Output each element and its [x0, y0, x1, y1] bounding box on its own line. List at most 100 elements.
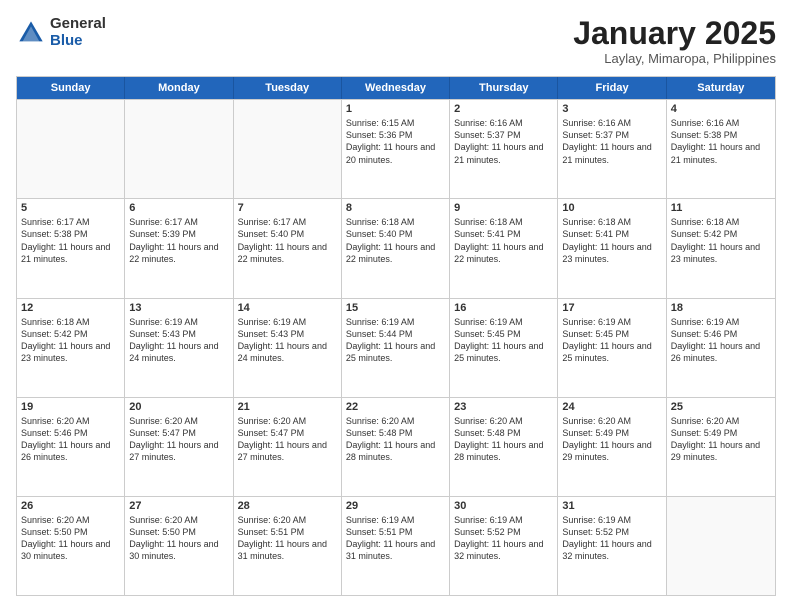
day-info: Sunrise: 6:16 AM Sunset: 5:38 PM Dayligh…: [671, 117, 771, 166]
day-info: Sunrise: 6:19 AM Sunset: 5:51 PM Dayligh…: [346, 514, 445, 563]
calendar-cell-day-3: 3Sunrise: 6:16 AM Sunset: 5:37 PM Daylig…: [558, 100, 666, 198]
calendar-cell-day-5: 5 Sunrise: 6:17 AM Sunset: 5:38 PM Daylig…: [17, 199, 125, 297]
calendar-cell-day-19: 19 Sunrise: 6:20 AM Sunset: 5:46 PM Dayli…: [17, 398, 125, 496]
day-info: Sunrise: 6:18 AM Sunset: 5:41 PM Dayligh…: [454, 216, 553, 265]
calendar-cell-day-15: 15 Sunrise: 6:19 AM Sunset: 5:44 PM Dayli…: [342, 299, 450, 397]
calendar-cell-day-27: 27 Sunrise: 6:20 AM Sunset: 5:50 PM Dayli…: [125, 497, 233, 595]
day-number: 23: [454, 401, 553, 413]
day-number: 2: [454, 103, 553, 115]
day-number: 27: [129, 500, 228, 512]
calendar-body: 1 Sunrise: 6:15 AM Sunset: 5:36 PM Daylig…: [17, 99, 775, 595]
day-number: 24: [562, 401, 661, 413]
day-info: Sunrise: 6:15 AM Sunset: 5:36 PM Dayligh…: [346, 117, 445, 166]
day-number: 28: [238, 500, 337, 512]
logo-text: General Blue: [50, 16, 106, 49]
day-info: Sunrise: 6:19 AM Sunset: 5:52 PM Dayligh…: [562, 514, 661, 563]
calendar-cell-empty: [17, 100, 125, 198]
calendar-cell-day-28: 28 Sunrise: 6:20 AM Sunset: 5:51 PM Dayli…: [234, 497, 342, 595]
day-number: 17: [562, 302, 661, 314]
day-info: Sunrise: 6:19 AM Sunset: 5:46 PM Dayligh…: [671, 316, 771, 365]
calendar-cell-day-20: 20 Sunrise: 6:20 AM Sunset: 5:47 PM Dayli…: [125, 398, 233, 496]
calendar-cell-day-18: 18 Sunrise: 6:19 AM Sunset: 5:46 PM Dayli…: [667, 299, 775, 397]
day-number: 21: [238, 401, 337, 413]
day-number: 10: [562, 202, 661, 214]
calendar-row-0: 1 Sunrise: 6:15 AM Sunset: 5:36 PM Daylig…: [17, 99, 775, 198]
title-block: January 2025 Laylay, Mimaropa, Philippin…: [573, 16, 776, 66]
calendar-cell-day-2: 2 Sunrise: 6:16 AM Sunset: 5:37 PM Daylig…: [450, 100, 558, 198]
day-info: Sunrise: 6:17 AM Sunset: 5:38 PM Dayligh…: [21, 216, 120, 265]
weekday-header-wednesday: Wednesday: [342, 77, 450, 99]
day-number: 18: [671, 302, 771, 314]
calendar-row-2: 12 Sunrise: 6:18 AM Sunset: 5:42 PM Dayli…: [17, 298, 775, 397]
day-info: Sunrise: 6:18 AM Sunset: 5:42 PM Dayligh…: [21, 316, 120, 365]
calendar-cell-day-1: 1 Sunrise: 6:15 AM Sunset: 5:36 PM Daylig…: [342, 100, 450, 198]
calendar-cell-day-10: 10 Sunrise: 6:18 AM Sunset: 5:41 PM Dayli…: [558, 199, 666, 297]
weekday-header-friday: Friday: [558, 77, 666, 99]
day-number: 25: [671, 401, 771, 413]
day-info: Sunrise: 6:19 AM Sunset: 5:45 PM Dayligh…: [454, 316, 553, 365]
day-info: Sunrise: 6:18 AM Sunset: 5:42 PM Dayligh…: [671, 216, 771, 265]
day-info: Sunrise: 6:16 AM Sunset: 5:37 PM Dayligh…: [454, 117, 553, 166]
calendar-cell-empty: [667, 497, 775, 595]
weekday-header-tuesday: Tuesday: [234, 77, 342, 99]
logo-general-text: General: [50, 16, 106, 33]
weekday-header-monday: Monday: [125, 77, 233, 99]
day-info: Sunrise: 6:17 AM Sunset: 5:40 PM Dayligh…: [238, 216, 337, 265]
day-number: 26: [21, 500, 120, 512]
calendar-cell-day-25: 25Sunrise: 6:20 AM Sunset: 5:49 PM Dayli…: [667, 398, 775, 496]
day-info: Sunrise: 6:20 AM Sunset: 5:48 PM Dayligh…: [454, 415, 553, 464]
day-number: 6: [129, 202, 228, 214]
calendar-cell-day-29: 29 Sunrise: 6:19 AM Sunset: 5:51 PM Dayli…: [342, 497, 450, 595]
calendar-row-4: 26 Sunrise: 6:20 AM Sunset: 5:50 PM Dayli…: [17, 496, 775, 595]
day-info: Sunrise: 6:17 AM Sunset: 5:39 PM Dayligh…: [129, 216, 228, 265]
day-number: 13: [129, 302, 228, 314]
day-number: 15: [346, 302, 445, 314]
day-info: Sunrise: 6:20 AM Sunset: 5:51 PM Dayligh…: [238, 514, 337, 563]
weekday-header-thursday: Thursday: [450, 77, 558, 99]
day-number: 5: [21, 202, 120, 214]
location-subtitle: Laylay, Mimaropa, Philippines: [573, 51, 776, 66]
calendar-cell-day-26: 26Sunrise: 6:20 AM Sunset: 5:50 PM Dayli…: [17, 497, 125, 595]
day-info: Sunrise: 6:20 AM Sunset: 5:47 PM Dayligh…: [129, 415, 228, 464]
day-number: 29: [346, 500, 445, 512]
day-info: Sunrise: 6:19 AM Sunset: 5:45 PM Dayligh…: [562, 316, 661, 365]
logo: General Blue: [16, 16, 106, 49]
page: General Blue January 2025 Laylay, Mimaro…: [0, 0, 792, 612]
day-info: Sunrise: 6:20 AM Sunset: 5:46 PM Dayligh…: [21, 415, 120, 464]
day-info: Sunrise: 6:18 AM Sunset: 5:40 PM Dayligh…: [346, 216, 445, 265]
day-info: Sunrise: 6:20 AM Sunset: 5:48 PM Dayligh…: [346, 415, 445, 464]
day-number: 14: [238, 302, 337, 314]
day-number: 19: [21, 401, 120, 413]
day-info: Sunrise: 6:20 AM Sunset: 5:49 PM Dayligh…: [562, 415, 661, 464]
calendar-cell-day-24: 24 Sunrise: 6:20 AM Sunset: 5:49 PM Dayli…: [558, 398, 666, 496]
day-number: 12: [21, 302, 120, 314]
logo-blue-text: Blue: [50, 33, 106, 50]
day-info: Sunrise: 6:19 AM Sunset: 5:52 PM Dayligh…: [454, 514, 553, 563]
day-number: 7: [238, 202, 337, 214]
day-number: 1: [346, 103, 445, 115]
day-info: Sunrise: 6:19 AM Sunset: 5:43 PM Dayligh…: [238, 316, 337, 365]
day-info: Sunrise: 6:19 AM Sunset: 5:44 PM Dayligh…: [346, 316, 445, 365]
weekday-header-sunday: Sunday: [17, 77, 125, 99]
calendar-cell-day-4: 4 Sunrise: 6:16 AM Sunset: 5:38 PM Daylig…: [667, 100, 775, 198]
calendar-cell-day-7: 7 Sunrise: 6:17 AM Sunset: 5:40 PM Daylig…: [234, 199, 342, 297]
day-info: Sunrise: 6:20 AM Sunset: 5:47 PM Dayligh…: [238, 415, 337, 464]
day-number: 4: [671, 103, 771, 115]
logo-icon: [16, 18, 46, 48]
day-number: 20: [129, 401, 228, 413]
calendar-cell-day-13: 13Sunrise: 6:19 AM Sunset: 5:43 PM Dayli…: [125, 299, 233, 397]
calendar-row-3: 19 Sunrise: 6:20 AM Sunset: 5:46 PM Dayli…: [17, 397, 775, 496]
day-number: 3: [562, 103, 661, 115]
weekday-header-saturday: Saturday: [667, 77, 775, 99]
calendar-cell-day-17: 17 Sunrise: 6:19 AM Sunset: 5:45 PM Dayli…: [558, 299, 666, 397]
calendar-cell-empty: [234, 100, 342, 198]
day-info: Sunrise: 6:20 AM Sunset: 5:50 PM Dayligh…: [129, 514, 228, 563]
calendar-cell-day-21: 21 Sunrise: 6:20 AM Sunset: 5:47 PM Dayli…: [234, 398, 342, 496]
calendar-header: SundayMondayTuesdayWednesdayThursdayFrid…: [17, 77, 775, 99]
day-info: Sunrise: 6:18 AM Sunset: 5:41 PM Dayligh…: [562, 216, 661, 265]
calendar-row-1: 5 Sunrise: 6:17 AM Sunset: 5:38 PM Daylig…: [17, 198, 775, 297]
calendar: SundayMondayTuesdayWednesdayThursdayFrid…: [16, 76, 776, 596]
day-number: 22: [346, 401, 445, 413]
calendar-cell-day-8: 8Sunrise: 6:18 AM Sunset: 5:40 PM Daylig…: [342, 199, 450, 297]
calendar-cell-empty: [125, 100, 233, 198]
